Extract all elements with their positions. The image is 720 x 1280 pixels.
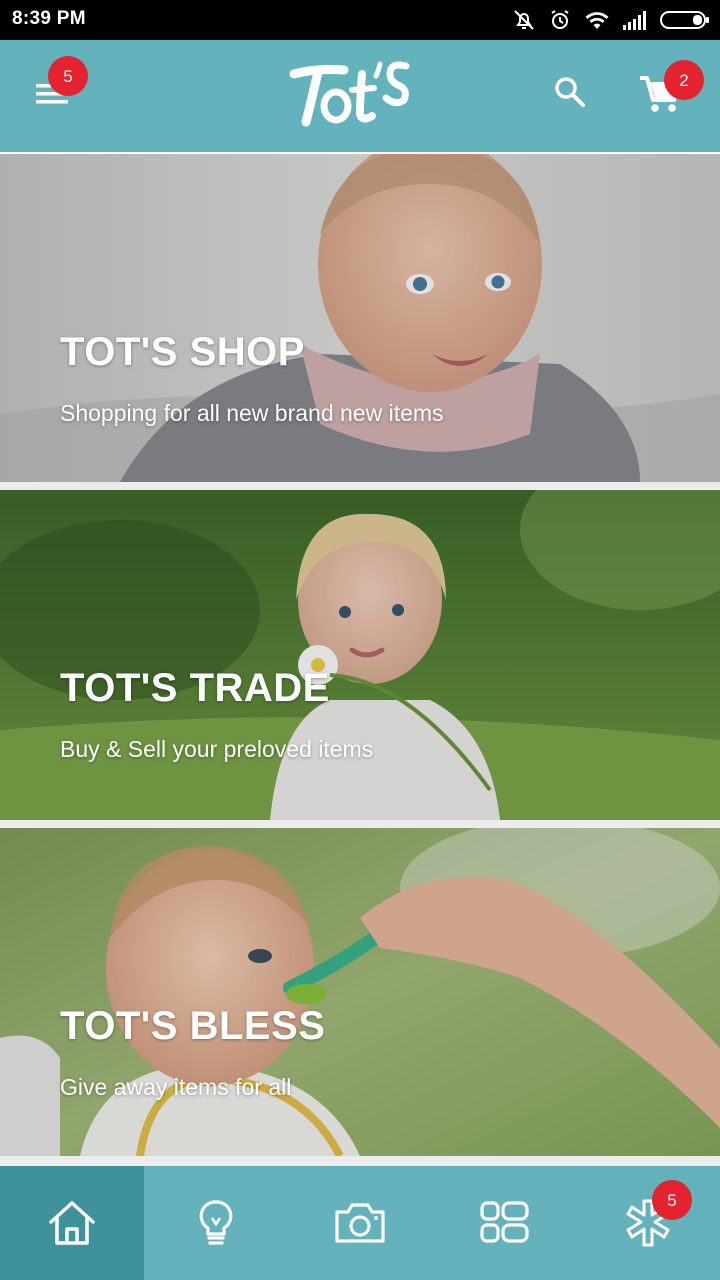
baby-photo-bless [0, 828, 720, 1156]
banner-tots-bless[interactable]: TOT'S BLESS Give away items for all [0, 828, 720, 1156]
battery-icon [660, 9, 710, 31]
nav-notification-badge: 5 [652, 1180, 692, 1220]
banner-subtitle: Shopping for all new brand new items [60, 400, 444, 426]
nav-categories[interactable] [432, 1166, 576, 1280]
camera-icon [335, 1203, 385, 1243]
banner-title: TOT'S SHOP [60, 330, 305, 374]
search-icon [555, 77, 585, 107]
banner-divider [0, 820, 720, 828]
baby-photo-trade [0, 490, 720, 820]
home-icon [49, 1201, 95, 1245]
signal-icon [622, 9, 648, 31]
lightbulb-icon [199, 1200, 233, 1245]
wifi-icon [584, 9, 610, 31]
grid-icon [480, 1201, 529, 1243]
baby-photo-shop [0, 154, 720, 482]
banner-divider [0, 1156, 720, 1166]
mute-icon [512, 8, 536, 32]
status-icons [512, 6, 710, 34]
nav-home[interactable] [0, 1166, 144, 1280]
nav-ideas[interactable] [144, 1166, 288, 1280]
banner-tots-trade[interactable]: TOT'S TRADE Buy & Sell your preloved ite… [0, 490, 720, 820]
banner-title: TOT'S TRADE [60, 666, 330, 710]
search-button[interactable] [548, 70, 592, 114]
alarm-icon [548, 8, 572, 32]
app-header: 5 2 [0, 40, 720, 152]
status-bar: 8:39 PM [0, 0, 720, 40]
bottom-nav [0, 1166, 720, 1280]
nav-notifications[interactable] [576, 1166, 720, 1280]
cart-badge: 2 [664, 60, 704, 100]
banner-subtitle: Buy & Sell your preloved items [60, 736, 374, 762]
banner-divider [0, 482, 720, 490]
banner-subtitle: Give away items for all [60, 1074, 292, 1100]
nav-camera[interactable] [288, 1166, 432, 1280]
status-time: 8:39 PM [12, 8, 86, 29]
menu-badge: 5 [48, 56, 88, 96]
banner-title: TOT'S BLESS [60, 1004, 326, 1048]
logo [286, 54, 414, 134]
banner-tots-shop[interactable]: TOT'S SHOP Shopping for all new brand ne… [0, 154, 720, 482]
